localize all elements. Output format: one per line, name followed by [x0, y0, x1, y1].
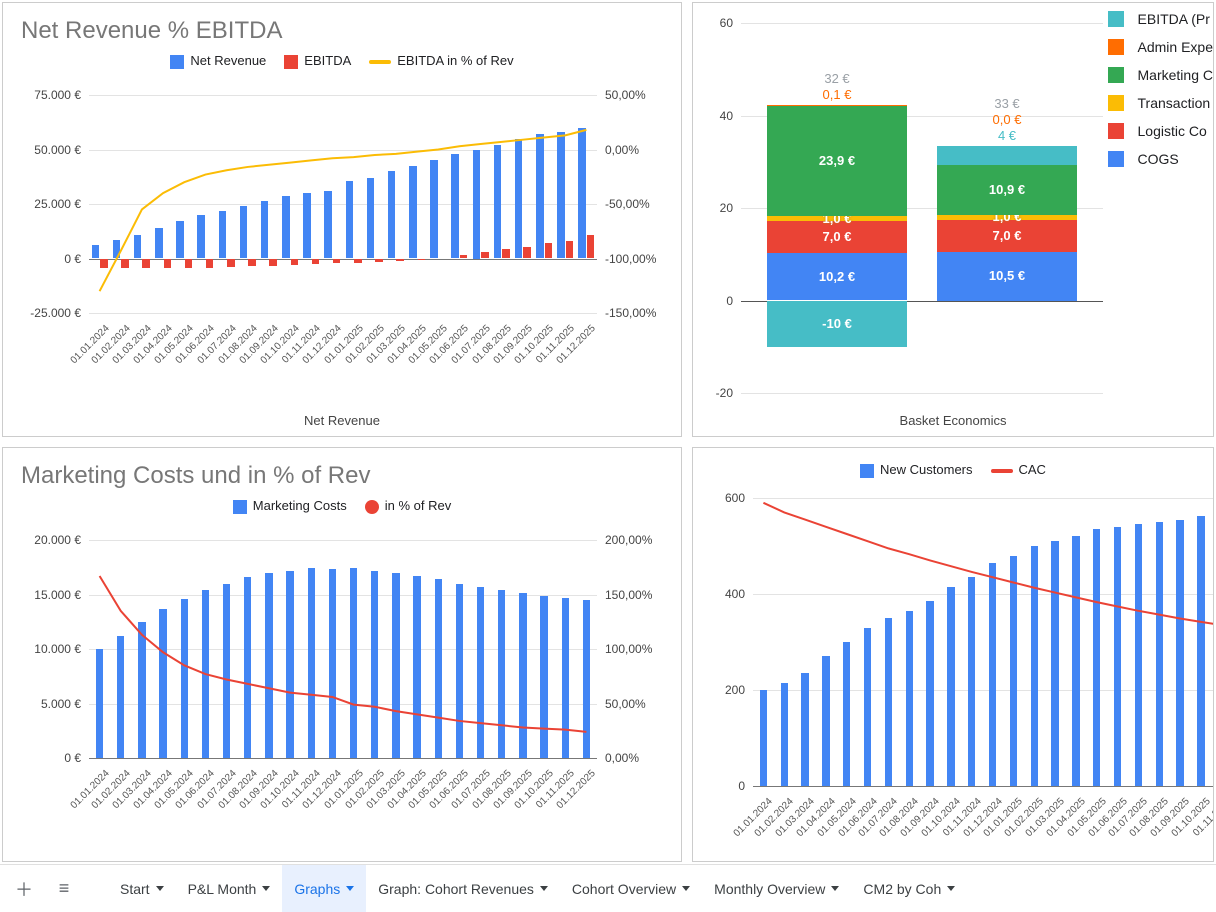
sheet-tab-cm2-by-coh[interactable]: CM2 by Coh [851, 865, 967, 912]
chart-legend: EBITDA (Pr Admin Expe Marketing C Transa… [1108, 11, 1213, 167]
chart-legend: Net Revenue EBITDA EBITDA in % of Rev [3, 45, 681, 73]
chevron-down-icon[interactable] [262, 886, 270, 891]
chevron-down-icon[interactable] [831, 886, 839, 891]
chevron-down-icon[interactable] [947, 886, 955, 891]
chart-new-customers: New Customers CAC 01.01.202401.02.202401… [692, 447, 1214, 862]
chevron-down-icon[interactable] [540, 886, 548, 891]
sheet-tab-start[interactable]: Start [108, 865, 176, 912]
plot-area: 10,2 €7,0 €1,0 €23,9 €-10 €0,1 €32 €10,5… [741, 23, 1103, 393]
chart-title: Net Revenue % EBITDA [3, 3, 681, 45]
chart-revenue-ebitda: Net Revenue % EBITDA Net Revenue EBITDA … [2, 2, 682, 437]
chevron-down-icon[interactable] [156, 886, 164, 891]
x-axis: 01.01.202401.02.202401.03.202401.04.2024… [89, 319, 597, 365]
plot-area [89, 95, 597, 313]
sheet-tab-monthly-overview[interactable]: Monthly Overview [702, 865, 851, 912]
plot-area [89, 540, 597, 758]
add-sheet-button[interactable]: ＋ [4, 870, 44, 908]
sheet-tab-bar: ＋ ≡ StartP&L MonthGraphsGraph: Cohort Re… [0, 864, 1216, 912]
x-axis: 01.01.202401.02.202401.03.202401.04.2024… [753, 792, 1214, 838]
chevron-down-icon[interactable] [682, 886, 690, 891]
sheet-tab-p-l-month[interactable]: P&L Month [176, 865, 283, 912]
sheet-tab-graphs[interactable]: Graphs [282, 865, 366, 912]
sheet-tab-cohort-overview[interactable]: Cohort Overview [560, 865, 702, 912]
x-axis: 01.01.202401.02.202401.03.202401.04.2024… [89, 764, 597, 810]
chart-basket-economics: 10,2 €7,0 €1,0 €23,9 €-10 €0,1 €32 €10,5… [692, 2, 1214, 437]
chart-marketing-costs: Marketing Costs und in % of Rev Marketin… [2, 447, 682, 862]
chart-legend: Marketing Costs in % of Rev [3, 490, 681, 518]
all-sheets-button[interactable]: ≡ [44, 872, 84, 905]
plot-area [753, 498, 1214, 786]
sheet-tab-graph-cohort-revenues[interactable]: Graph: Cohort Revenues [366, 865, 560, 912]
chart-title: Marketing Costs und in % of Rev [3, 448, 681, 490]
chart-legend: New Customers CAC [693, 448, 1213, 482]
chevron-down-icon[interactable] [346, 886, 354, 891]
x-axis-label: Basket Economics [693, 413, 1213, 428]
x-axis-label: Net Revenue [3, 413, 681, 428]
